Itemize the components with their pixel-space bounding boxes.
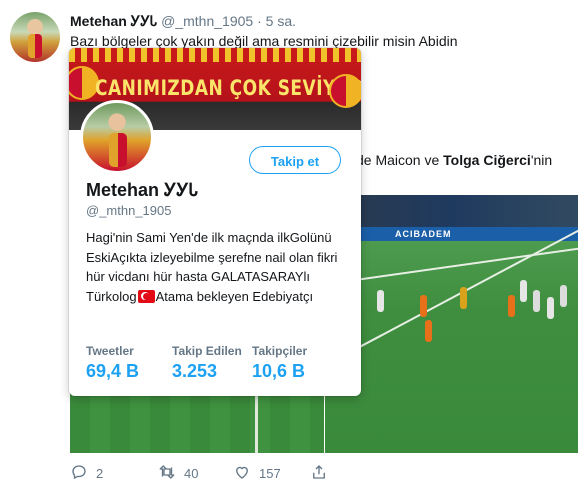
stat-label: Takip Edilen	[172, 344, 242, 358]
ad-board: ACIBADEM	[325, 227, 578, 241]
follow-button[interactable]: Takip et	[249, 146, 341, 174]
tweet-author-name[interactable]: Metehan ᎩᎩᏓ	[70, 13, 157, 29]
reply-button[interactable]: 2	[70, 463, 103, 484]
stat-value: 69,4 B	[86, 361, 140, 381]
tweet-photo-right[interactable]: ACIBADEM	[325, 195, 578, 453]
tweet-header: Metehan ᎩᎩᏓ @_mthn_1905 · 5 sa.	[70, 13, 296, 30]
like-icon	[233, 463, 251, 484]
retweet-icon	[158, 463, 176, 484]
stat-followers[interactable]: Takipçiler 10,6 B	[252, 344, 307, 382]
player	[560, 285, 567, 307]
tweet-author-handle[interactable]: @_mthn_1905	[161, 13, 253, 29]
banner-crowd	[69, 48, 361, 62]
player	[377, 290, 384, 312]
retweet-count: 40	[184, 466, 199, 481]
share-icon	[310, 463, 328, 484]
stat-value: 3.253	[172, 361, 218, 381]
pitch-line	[325, 224, 578, 377]
banner-text: CANIMIZDAN ÇOK SEVİYORUZ	[95, 76, 361, 101]
hovercard-handle[interactable]: @_mthn_1905	[86, 203, 171, 218]
tweet-text-prefix: de Maicon ve	[356, 152, 444, 168]
player	[508, 295, 515, 317]
tweet-text-line2: de Maicon ve Tolga Ciğerci'nin	[356, 152, 552, 168]
tweet-timestamp[interactable]: 5 sa.	[266, 13, 296, 29]
player	[533, 290, 540, 312]
like-count: 157	[259, 466, 281, 481]
hovercard-name[interactable]: Metehan ᎩᎩᏓ	[86, 180, 198, 201]
player	[420, 295, 427, 317]
like-button[interactable]: 157	[233, 463, 281, 484]
player	[425, 320, 432, 342]
stat-following[interactable]: Takip Edilen 3.253	[172, 344, 242, 382]
player	[460, 287, 467, 309]
tweet-text-suffix: 'nin	[530, 152, 553, 168]
pitch-line	[255, 390, 258, 453]
stat-tweets[interactable]: Tweetler 69,4 B	[86, 344, 139, 382]
hovercard-avatar[interactable]	[80, 100, 154, 174]
player	[547, 297, 554, 319]
player	[520, 280, 527, 302]
reply-count: 2	[96, 466, 104, 481]
retweet-button[interactable]: 40	[158, 463, 198, 484]
pitch-line	[326, 246, 578, 286]
stat-value: 10,6 B	[252, 361, 306, 381]
stat-label: Tweetler	[86, 344, 134, 358]
tweet-author-avatar[interactable]	[10, 12, 60, 62]
mention-tolga[interactable]: Tolga Ciğerci	[443, 152, 531, 168]
profile-hovercard: CANIMIZDAN ÇOK SEVİYORUZ Takip et Meteha…	[69, 48, 361, 396]
turkish-flag-icon	[137, 289, 155, 303]
reply-icon	[70, 463, 88, 484]
share-button[interactable]	[310, 463, 328, 484]
tweet-text-line1: Bazı bölgeler çok yakın değil ama resmin…	[70, 33, 458, 49]
tweet-photo-left[interactable]	[70, 390, 324, 453]
galatasaray-badge-icon	[329, 74, 361, 108]
separator-dot: ·	[257, 13, 262, 29]
hovercard-bio: Hagi'nin Sami Yen'de ilk maçnda ilkGolün…	[86, 228, 348, 306]
stat-label: Takipçiler	[252, 344, 308, 358]
bio-text-part2: Atama bekleyen Edebiyatçı	[155, 288, 314, 304]
